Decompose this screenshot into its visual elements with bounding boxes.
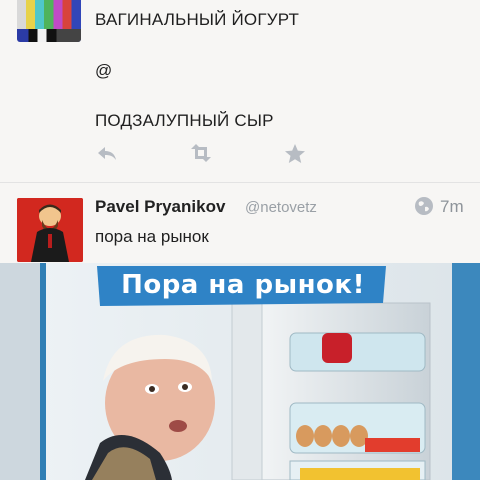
tweet-1-line-3: ПОДЗАЛУПНЫЙ СЫР (95, 111, 274, 130)
avatar-lenin[interactable] (17, 198, 83, 262)
tweet-1-line-2: @ (95, 61, 113, 80)
photo-banner-text: Пора на рынок! (121, 270, 365, 300)
tweet-photo[interactable]: Пора на рынок! (0, 263, 480, 480)
tweet-2[interactable]: Pavel Pryanikov @netovetz 7m пора на рын… (0, 183, 480, 263)
globe-icon (415, 197, 433, 215)
avatar-lenin-graphic (17, 198, 83, 262)
tweet-text: пора на рынок (95, 227, 209, 246)
tweet-time: 7m (440, 197, 464, 216)
author-handle[interactable]: @netovetz (245, 199, 317, 216)
tweet-actions (95, 143, 315, 165)
tweet-1-line-1: ВАГИНАЛЬНЫЙ ЙОГУРТ (95, 10, 300, 29)
author-name[interactable]: Pavel Pryanikov (95, 197, 225, 217)
avatar-strip (17, 29, 81, 42)
reply-icon[interactable] (95, 143, 119, 168)
star-icon[interactable] (284, 143, 306, 170)
retweet-icon[interactable] (187, 143, 215, 168)
avatar-tv-test-pattern[interactable] (17, 0, 81, 42)
tweet-1[interactable]: ВАГИНАЛЬНЫЙ ЙОГУРТ @ ПОДЗАЛУПНЫЙ СЫР (0, 0, 480, 182)
